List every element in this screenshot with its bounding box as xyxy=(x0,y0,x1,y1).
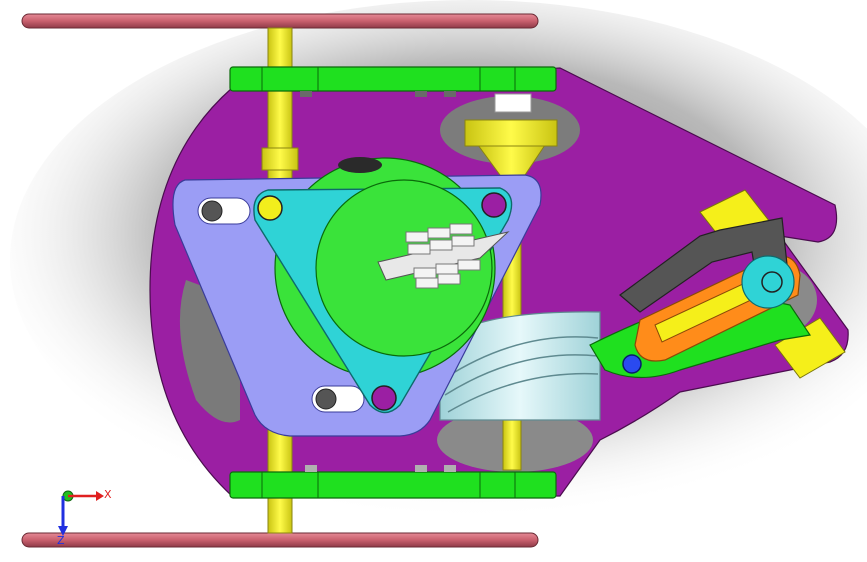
mount-slot-top-hole xyxy=(201,200,223,222)
gear-hub-top xyxy=(338,157,382,173)
x-axis-arrow xyxy=(96,491,104,501)
bottom-rail xyxy=(21,532,539,548)
top-bracket-tab-3 xyxy=(444,91,456,97)
flange-hole-3 xyxy=(371,385,397,411)
mount-slot-bottom-hole xyxy=(315,388,337,410)
bottom-bracket xyxy=(229,471,557,499)
top-bracket-tab-2 xyxy=(415,91,427,97)
flange-hole-2 xyxy=(481,192,507,218)
flange-hole-1 xyxy=(257,195,283,221)
x-axis-label: X xyxy=(104,488,112,501)
bearing-inner xyxy=(761,271,783,293)
arm-pivot xyxy=(622,354,642,374)
top-bracket xyxy=(229,66,557,92)
right-shaft-spacer xyxy=(494,93,532,113)
z-axis-label: Z xyxy=(57,534,65,547)
right-shaft-bushing xyxy=(464,119,558,147)
top-bracket-tab-1 xyxy=(300,91,312,97)
left-shaft-collar-top xyxy=(261,147,299,171)
top-rail xyxy=(21,13,539,29)
bottom-bracket-tab-1 xyxy=(305,465,317,472)
bottom-bracket-tab-3 xyxy=(444,465,456,472)
cad-viewport[interactable]: X Z xyxy=(0,0,867,562)
bottom-bracket-tab-2 xyxy=(415,465,427,472)
